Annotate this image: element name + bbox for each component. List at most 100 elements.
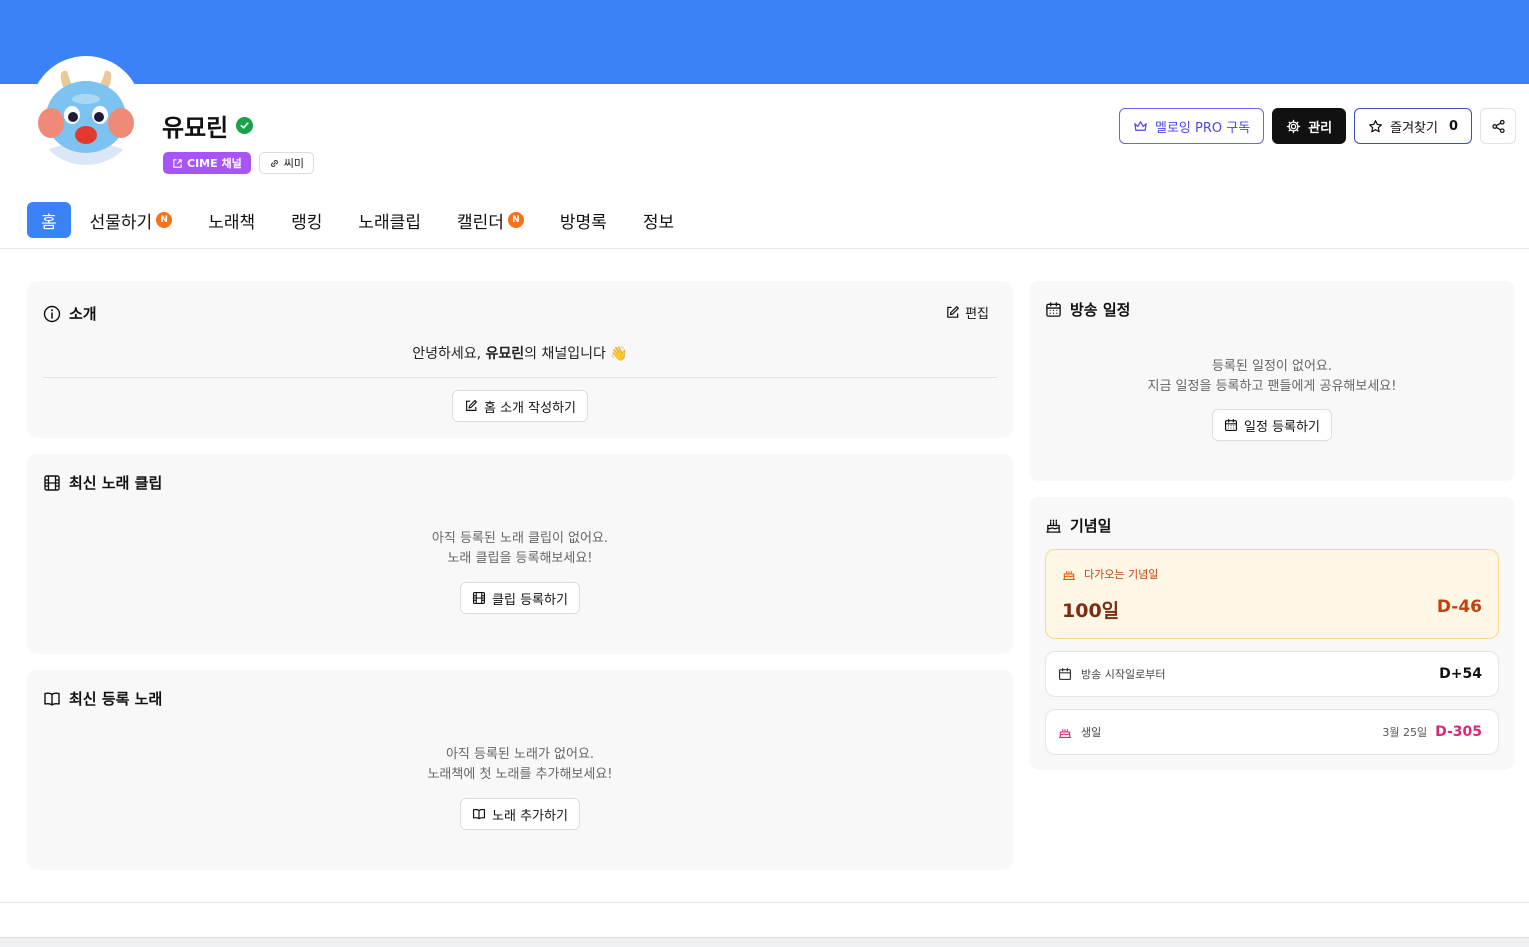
write-intro-label: 홈 소개 작성하기: [484, 400, 576, 416]
schedule-empty-message: 등록된 일정이 없어요. 지금 일정을 등록하고 팬들에게 공유해보세요!: [1029, 357, 1515, 397]
intro-title: 소개: [43, 303, 97, 324]
cake-icon: [1063, 571, 1075, 580]
new-badge: N: [507, 212, 524, 228]
cime-channel-link[interactable]: CIME 채널: [163, 152, 251, 174]
tab-song-clips[interactable]: 노래클립: [341, 202, 438, 238]
crown-icon: [1134, 120, 1147, 131]
film-icon: [44, 474, 60, 491]
pro-subscribe-label: 멜로잉 PRO 구독: [1155, 120, 1251, 136]
schedule-empty-line2: 지금 일정을 등록하고 팬들에게 공유해보세요!: [1147, 379, 1397, 394]
clips-empty-line1: 아직 등록된 노래 클립이 없어요.: [431, 531, 609, 546]
intro-card: 소개 편집 안녕하세요, 유묘린의 채널입니다 👋 홈 소개 작성하기: [27, 281, 1013, 438]
anniversary-row-label: 생일: [1081, 726, 1102, 739]
add-schedule-label: 일정 등록하기: [1244, 419, 1320, 435]
intro-title-text: 소개: [69, 305, 97, 323]
greeting-name: 유묘린: [485, 346, 525, 362]
cime-link-chip[interactable]: 씨미: [258, 152, 314, 174]
manage-label: 관리: [1308, 120, 1333, 136]
latest-clips-card: 최신 노래 클립 아직 등록된 노래 클립이 없어요. 노래 클립을 등록해보세…: [27, 454, 1013, 654]
share-icon: [1491, 119, 1505, 133]
channel-name-row: 유묘린: [162, 108, 254, 143]
tab-calendar-label: 캘린더: [456, 212, 504, 233]
schedule-empty-line1: 등록된 일정이 없어요.: [1211, 359, 1333, 374]
book-icon: [473, 808, 486, 820]
add-song-label: 노래 추가하기: [492, 808, 568, 824]
intro-action-row: 홈 소개 작성하기: [27, 390, 1013, 422]
cake-icon: [1059, 729, 1071, 738]
add-clip-button[interactable]: 클립 등록하기: [460, 582, 580, 614]
pro-subscribe-button[interactable]: 멜로잉 PRO 구독: [1119, 108, 1265, 144]
upcoming-label: 다가오는 기념일: [1084, 568, 1159, 581]
channel-tabs: 홈 선물하기 N 노래책 랭킹 노래클립 캘린더 N 방명록 정보: [27, 202, 693, 238]
upcoming-name: 100일: [1062, 600, 1120, 622]
avatar[interactable]: [30, 56, 142, 168]
anniversary-row-dday: D+54: [1439, 666, 1482, 682]
upcoming-label-row: 다가오는 기념일: [1062, 566, 1158, 582]
tab-guestbook[interactable]: 방명록: [543, 202, 624, 238]
add-schedule-button[interactable]: 일정 등록하기: [1212, 409, 1332, 441]
clips-action-row: 클립 등록하기: [27, 582, 1013, 614]
channel-name: 유묘린: [162, 114, 229, 142]
header-actions: 멜로잉 PRO 구독 관리 즐겨찾기 0: [1119, 108, 1516, 144]
songs-title: 최신 등록 노래: [43, 688, 162, 709]
manage-button[interactable]: 관리: [1272, 108, 1347, 144]
info-icon: [43, 305, 61, 322]
cime-channel-label: CIME 채널: [187, 157, 242, 170]
book-icon: [44, 692, 60, 706]
anniversary-row-stream-start[interactable]: 방송 시작일로부터 D+54: [1045, 651, 1499, 697]
upcoming-dday: D-46: [1436, 597, 1482, 617]
anniversary-card: 기념일 다가오는 기념일 100일 D-46 방송 시작일로부터 D+54 생일…: [1029, 497, 1515, 770]
footer-divider: [0, 902, 1529, 903]
add-song-button[interactable]: 노래 추가하기: [460, 798, 580, 830]
songs-action-row: 노래 추가하기: [27, 798, 1013, 830]
intro-divider: [43, 377, 997, 378]
schedule-action-row: 일정 등록하기: [1029, 409, 1515, 441]
add-clip-label: 클립 등록하기: [492, 592, 568, 608]
gear-icon: [1286, 119, 1301, 133]
songs-empty-line1: 아직 등록된 노래가 없어요.: [445, 747, 595, 762]
edit-icon: [466, 400, 477, 411]
upcoming-anniversary[interactable]: 다가오는 기념일 100일 D-46: [1045, 549, 1499, 639]
calendar-icon: [1058, 667, 1072, 681]
cake-icon: [1046, 519, 1061, 533]
songs-empty-line2: 노래책에 첫 노래를 추가해보세요!: [427, 767, 613, 782]
anniversary-row-date: 3월 25일: [1382, 726, 1428, 739]
clips-title-text: 최신 노래 클립: [69, 474, 163, 492]
calendar-icon: [1046, 302, 1061, 317]
write-intro-button[interactable]: 홈 소개 작성하기: [452, 390, 588, 422]
film-icon: [473, 591, 486, 605]
schedule-title: 방송 일정: [1045, 299, 1130, 320]
favorite-count: 0: [1448, 118, 1458, 134]
songs-empty-message: 아직 등록된 노래가 없어요. 노래책에 첫 노래를 추가해보세요!: [27, 745, 1013, 785]
intro-greeting: 안녕하세요, 유묘린의 채널입니다 👋: [27, 343, 1013, 363]
favorite-button[interactable]: 즐겨찾기 0: [1354, 108, 1472, 144]
schedule-card: 방송 일정 등록된 일정이 없어요. 지금 일정을 등록하고 팬들에게 공유해보…: [1029, 281, 1515, 481]
tab-info[interactable]: 정보: [626, 202, 691, 238]
tab-ranking[interactable]: 랭킹: [274, 202, 339, 238]
intro-edit-label: 편집: [965, 307, 989, 322]
new-badge: N: [156, 212, 173, 228]
tab-gift[interactable]: 선물하기 N: [73, 202, 190, 238]
profile-banner: [0, 0, 1529, 84]
tab-home[interactable]: 홈: [27, 202, 71, 238]
share-button[interactable]: [1480, 108, 1516, 144]
anniversary-title-text: 기념일: [1070, 517, 1112, 535]
avatar-image: [33, 59, 139, 165]
clips-title: 최신 노래 클립: [43, 472, 162, 493]
star-icon: [1369, 119, 1383, 132]
anniversary-row-birthday[interactable]: 생일 3월 25일 D-305: [1045, 709, 1499, 755]
calendar-icon: [1225, 418, 1238, 432]
tab-calendar[interactable]: 캘린더 N: [440, 202, 541, 238]
greeting-prefix: 안녕하세요,: [412, 346, 486, 362]
anniversary-title: 기념일: [1045, 515, 1111, 536]
footer-strip: [0, 937, 1529, 947]
greeting-suffix: 의 채널입니다 👋: [524, 346, 628, 362]
clips-empty-message: 아직 등록된 노래 클립이 없어요. 노래 클립을 등록해보세요!: [27, 529, 1013, 569]
intro-edit-button[interactable]: 편집: [945, 303, 989, 322]
external-link-icon: [173, 158, 182, 168]
clips-empty-line2: 노래 클립을 등록해보세요!: [447, 551, 593, 566]
tabs-divider: [0, 248, 1529, 249]
schedule-title-text: 방송 일정: [1070, 301, 1131, 319]
verified-icon: [236, 117, 254, 134]
tab-songbook[interactable]: 노래책: [191, 202, 272, 238]
